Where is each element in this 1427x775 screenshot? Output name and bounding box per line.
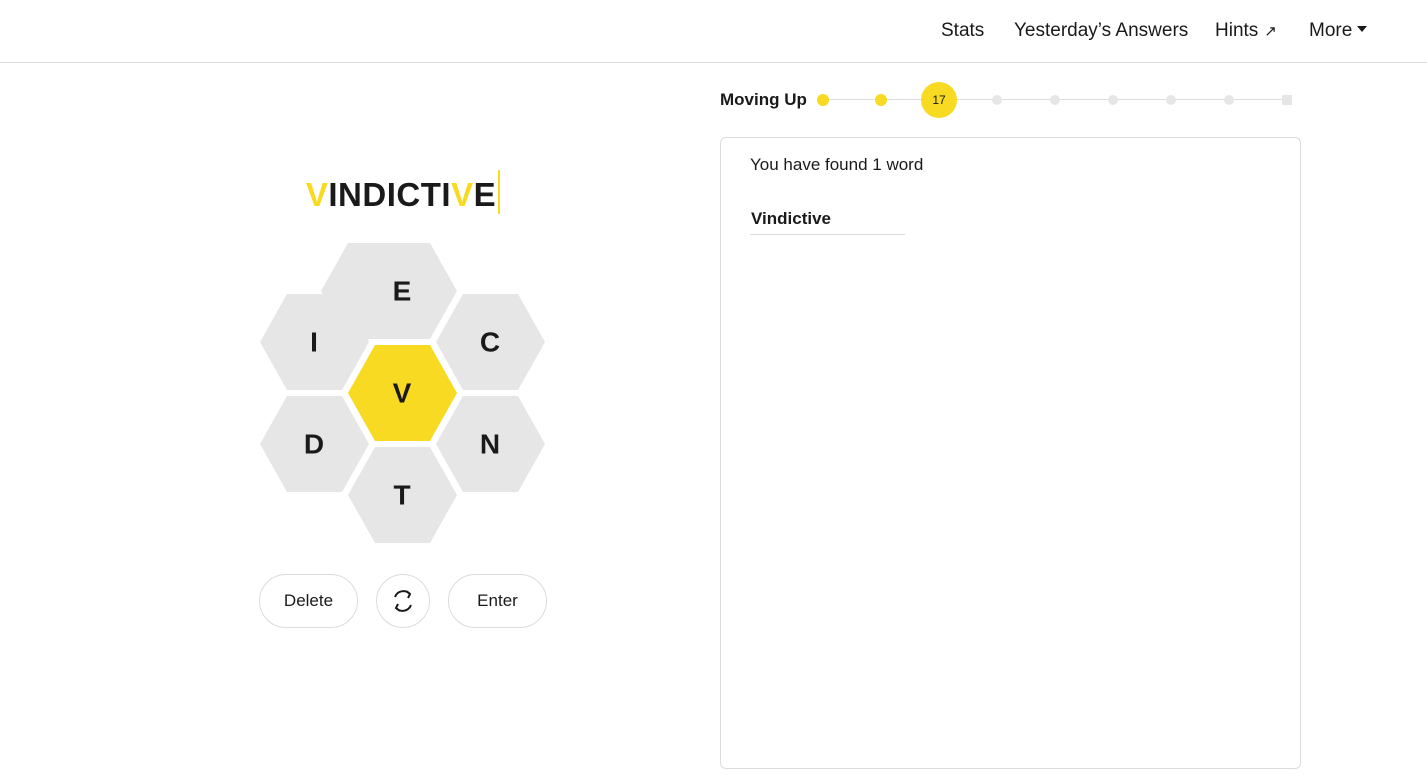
nav-stats-link[interactable]: Stats [941,20,984,42]
text-cursor [498,170,501,214]
rank-label: Moving Up [720,90,807,109]
external-arrow-icon: ↗ [1264,23,1277,40]
nav-yesterdays-answers-link[interactable]: Yesterday’s Answers [1014,20,1188,42]
enter-button[interactable]: Enter [448,574,547,628]
progress-end-marker [1282,95,1292,105]
shuffle-button[interactable] [376,574,430,628]
progress-dot [992,95,1002,105]
caret-down-icon [1357,26,1368,32]
top-nav: Stats Yesterday’s Answers Hints ↗ More [0,0,1427,63]
found-word: Vindictive [750,209,905,235]
progress-dot [1166,95,1176,105]
hive-svg: E I C V D N T [260,243,545,543]
progress-dot [817,94,829,106]
input-letter: D [362,176,387,213]
progress-dot [875,94,887,106]
hive-cell-center[interactable]: V [348,345,457,441]
input-letter: I [441,176,452,213]
nav-more-label: More [1309,20,1353,41]
nav-hints-label: Hints [1215,20,1259,41]
hive-cell-lower-right[interactable]: N [436,396,545,492]
progress-dot [1224,95,1234,105]
input-letter: E [473,176,497,213]
input-letter: I [328,176,339,213]
input-letter: V [451,176,474,213]
input-letter: T [420,176,442,213]
hive-cell-lower-left[interactable]: D [260,396,369,492]
found-words-summary: You have found 1 word [750,155,924,174]
word-input[interactable]: VINDICTIVE [260,170,546,216]
input-letter: C [396,176,421,213]
hive-cell-upper-right[interactable]: C [436,294,545,390]
progress-dot [1050,95,1060,105]
nav-hints-link[interactable]: Hints ↗ [1215,20,1277,42]
score-badge: 17 [921,82,957,118]
input-letter: N [338,176,363,213]
input-letter: I [386,176,397,213]
found-words-panel: You have found 1 word Vindictive [720,137,1301,769]
input-letter: V [305,176,329,213]
delete-button[interactable]: Delete [259,574,358,628]
hive-cell-bottom[interactable]: T [348,447,457,543]
nav-more-dropdown[interactable]: More [1309,20,1368,42]
shuffle-icon [394,590,412,612]
progress-dot [1108,95,1118,105]
